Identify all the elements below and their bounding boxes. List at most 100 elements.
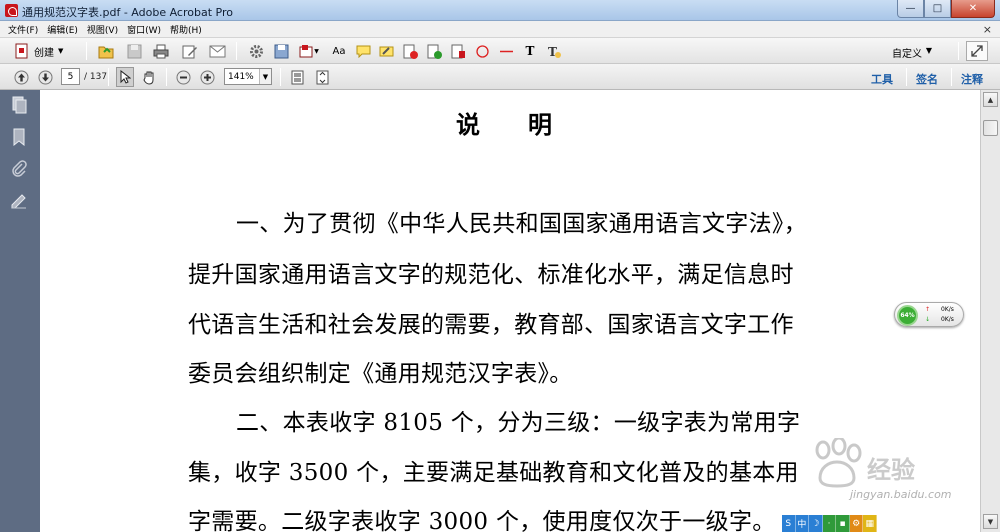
document-paragraph-line: 一、为了贯彻《中华人民共和国国家通用语言文字法》，: [236, 211, 807, 237]
stamp-icon: [299, 44, 313, 57]
ime-keyboard-icon[interactable]: ▪: [836, 515, 850, 532]
print-button[interactable]: [151, 41, 171, 61]
save-as-icon: [274, 44, 288, 58]
upload-rate: 0K/s: [941, 306, 954, 313]
document-paragraph-line: 字需要。二级字表收字 3000 个，使用度仅次于一级字。: [188, 509, 776, 532]
create-label: 创建: [34, 47, 54, 59]
zoom-level-value: 141%: [228, 71, 254, 82]
fit-page-button[interactable]: [313, 67, 331, 87]
input-method-bar[interactable]: S 中 ☽ · ▪ ⚙ ▦: [782, 515, 878, 532]
printer-icon: [153, 44, 169, 58]
zoom-out-button[interactable]: [174, 67, 192, 87]
text-tool-button[interactable]: T: [521, 41, 539, 61]
close-document-icon[interactable]: ×: [983, 23, 992, 36]
save-icon: [127, 44, 141, 58]
document-paragraph-line: 委员会组织制定《通用规范汉字表》。: [188, 361, 573, 387]
email-button[interactable]: [207, 41, 227, 61]
chevron-down-icon: ▼: [925, 46, 932, 55]
hand-tool-button[interactable]: [140, 67, 158, 87]
next-page-button[interactable]: [36, 67, 54, 87]
document-paragraph-line: 二、本表收字 8105 个，分为三级：一级字表为常用字: [236, 410, 801, 436]
save-as-button[interactable]: [271, 41, 291, 61]
pencil-document-icon: [182, 45, 197, 58]
navigation-sidebar: [0, 90, 40, 532]
page-thumbnails-icon[interactable]: [10, 96, 28, 114]
highlight-button[interactable]: [377, 41, 395, 61]
previous-page-button[interactable]: [12, 67, 30, 87]
line-tool-button[interactable]: [497, 41, 515, 61]
select-tool-button[interactable]: [116, 67, 134, 87]
hand-icon: [143, 71, 154, 85]
expand-button[interactable]: [966, 41, 988, 61]
ime-halfwidth-icon[interactable]: ☽: [809, 515, 823, 532]
attach-document-icon: [451, 44, 465, 58]
text-edit-button[interactable]: T: [545, 41, 563, 61]
window-controls: — □ ✕: [897, 0, 995, 19]
text-size-button[interactable]: Aa: [330, 41, 348, 61]
plus-circle-icon: [200, 70, 214, 84]
page-total-label: / 137: [84, 72, 108, 82]
menu-bar: 文件(F) 编辑(E) 视图(V) 窗口(W) 帮助(H) ×: [0, 21, 1000, 38]
settings-button[interactable]: [246, 41, 266, 61]
delete-document-icon: [403, 44, 418, 59]
scrollbar-thumb[interactable]: [983, 120, 998, 136]
menu-file[interactable]: 文件(F): [8, 23, 38, 36]
delete-page-button[interactable]: [401, 41, 419, 61]
window-title: 通用规范汉字表.pdf - Adobe Acrobat Pro: [22, 6, 233, 19]
circle-shape-icon: [475, 44, 489, 58]
close-button[interactable]: ✕: [951, 0, 995, 18]
edit-button[interactable]: [180, 41, 200, 61]
ime-settings-icon[interactable]: ⚙: [849, 515, 864, 532]
scroll-mode-button[interactable]: [288, 67, 306, 87]
create-button[interactable]: 创建 ▼: [14, 41, 76, 61]
gear-icon: [249, 44, 263, 58]
menu-view[interactable]: 视图(V): [87, 23, 118, 36]
menu-edit[interactable]: 编辑(E): [47, 23, 78, 36]
document-paragraph-line: 代语言生活和社会发展的需要，教育部、国家语言文字工作: [188, 312, 794, 338]
attach-button[interactable]: [449, 41, 467, 61]
ime-logo-icon[interactable]: S: [782, 515, 796, 532]
menu-window[interactable]: 窗口(W): [127, 23, 161, 36]
document-paragraph-line: 集，收字 3500 个，主要满足基础教育和文化普及的基本用: [188, 460, 799, 486]
minimize-button[interactable]: —: [897, 0, 924, 18]
comment-pane-link[interactable]: 注释: [961, 71, 983, 87]
highlighter-icon: [379, 46, 393, 57]
paperclip-icon[interactable]: [10, 160, 28, 178]
cursor-arrow-icon: [120, 70, 131, 84]
chevron-down-icon: ▼: [259, 69, 271, 84]
export-dropdown[interactable]: ▼: [296, 41, 322, 61]
extract-page-button[interactable]: [425, 41, 443, 61]
menu-help[interactable]: 帮助(H): [170, 23, 202, 36]
line-shape-icon: [499, 50, 513, 52]
open-button[interactable]: [96, 41, 116, 61]
bookmark-icon[interactable]: [10, 128, 28, 146]
toolbar-separator: [951, 68, 952, 86]
signature-pen-icon[interactable]: [10, 191, 28, 209]
toolbar-separator: [906, 68, 907, 86]
customize-dropdown[interactable]: 自定义: [892, 45, 922, 60]
oval-tool-button[interactable]: [473, 41, 491, 61]
tools-pane-link[interactable]: 工具: [871, 71, 893, 87]
zoom-in-button[interactable]: [198, 67, 216, 87]
document-paragraph-line: 提升国家通用语言文字的规范化、标准化水平，满足信息时: [188, 262, 794, 288]
sign-pane-link[interactable]: 签名: [916, 71, 938, 87]
toolbar-separator: [236, 42, 237, 60]
ime-chinese-mode[interactable]: 中: [795, 515, 810, 532]
ime-punctuation-icon[interactable]: ·: [822, 515, 837, 532]
text-t-icon: T: [525, 44, 535, 58]
ime-skin-icon[interactable]: ▦: [863, 515, 878, 532]
download-arrow-icon: ↓: [925, 316, 931, 323]
scroll-up-button[interactable]: ▲: [983, 92, 998, 107]
extract-document-icon: [427, 44, 442, 59]
comment-button[interactable]: [354, 41, 372, 61]
minus-circle-icon: [176, 70, 190, 84]
zoom-level-select[interactable]: 141% ▼: [224, 68, 272, 85]
network-monitor-widget[interactable]: 64% ↑ ↓ 0K/s 0K/s: [894, 302, 964, 327]
toolbar-separator: [86, 42, 87, 60]
save-button[interactable]: [124, 41, 144, 61]
watermark-url: jingyan.baidu.com: [850, 488, 952, 501]
arrow-down-circle-icon: [38, 70, 52, 84]
maximize-button[interactable]: □: [924, 0, 951, 18]
page-number-input[interactable]: 5: [61, 68, 80, 85]
chevron-down-icon: ▼: [58, 47, 64, 55]
